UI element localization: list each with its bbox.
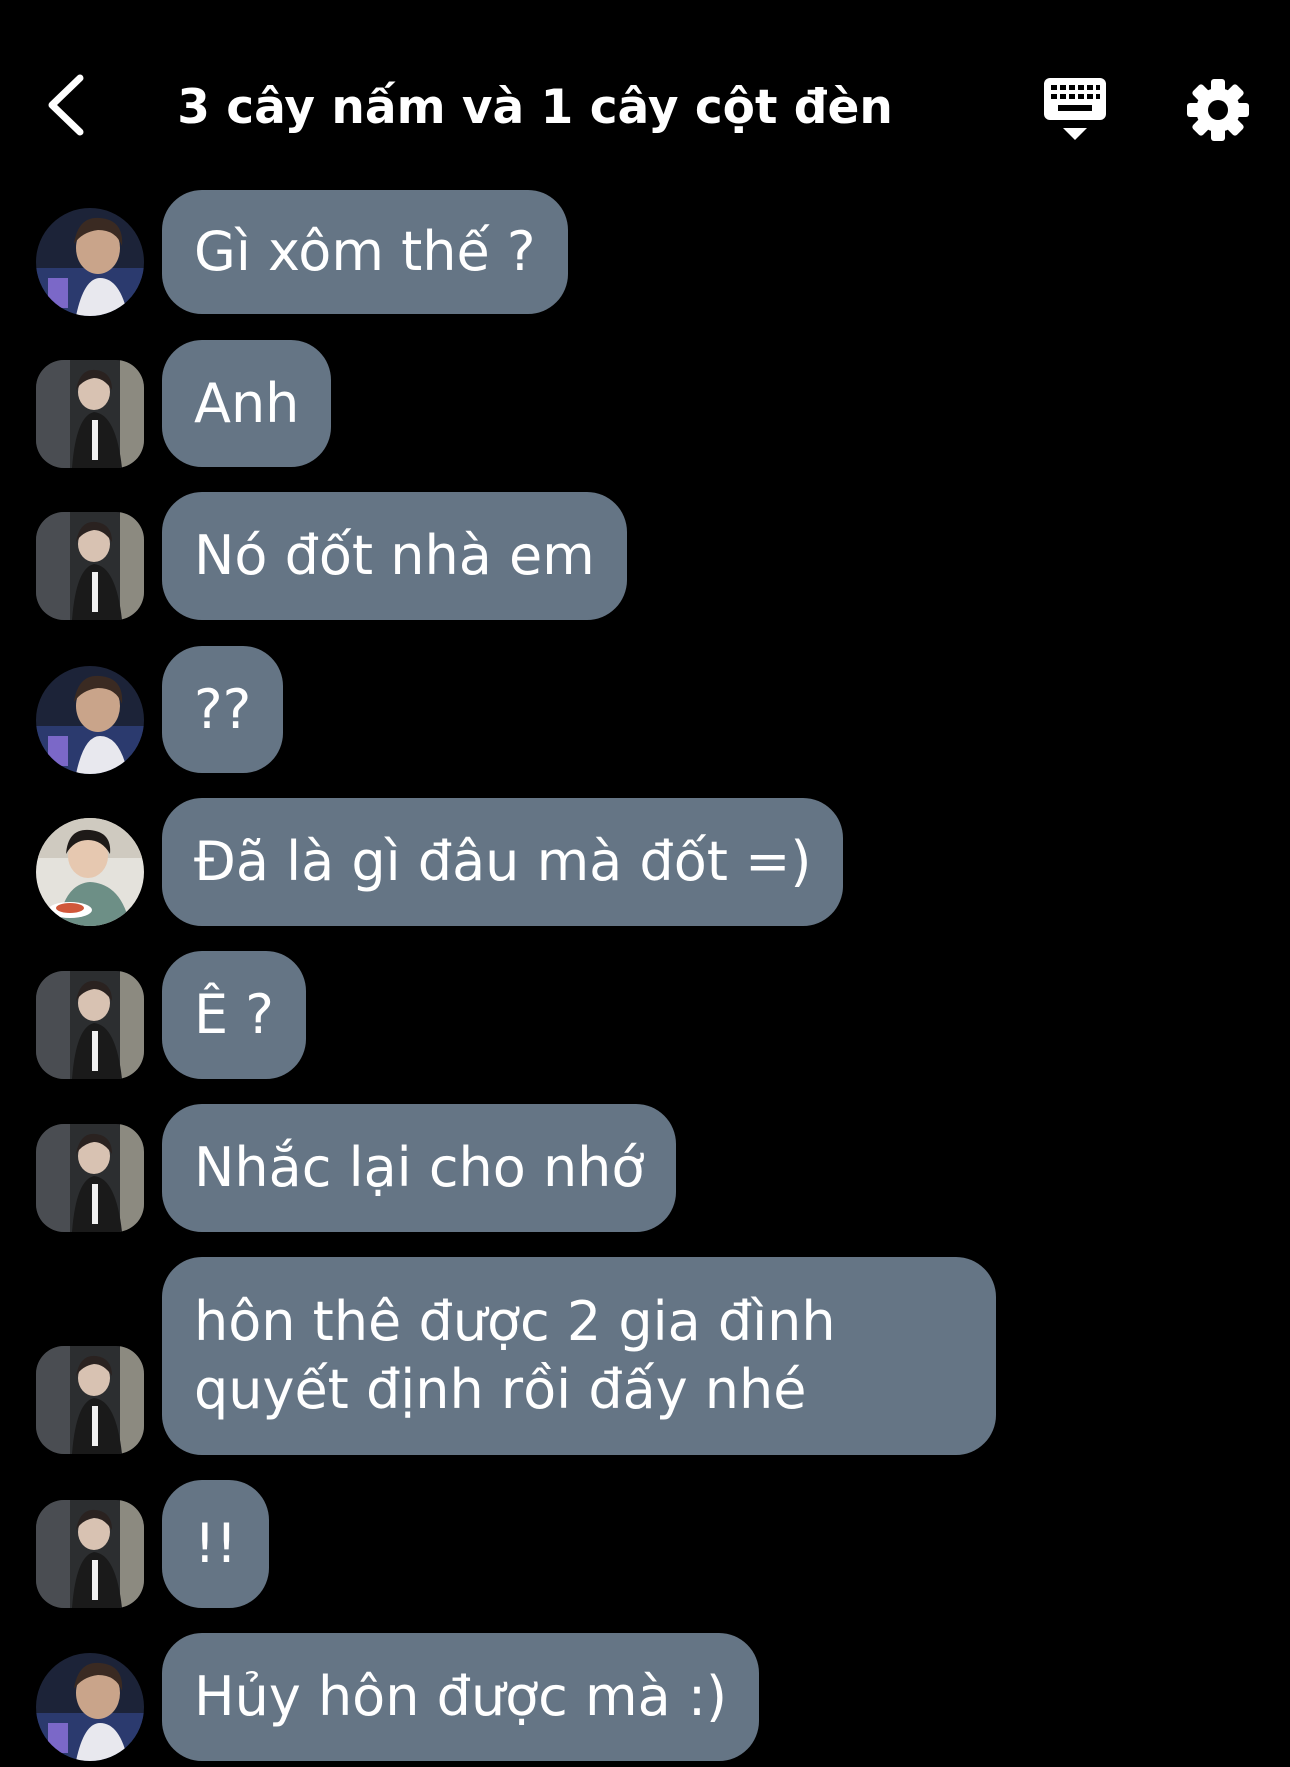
message-text: Anh xyxy=(194,371,300,435)
message-row: Nhắc lại cho nhớ xyxy=(0,1104,1290,1232)
message-bubble[interactable]: Ê ? xyxy=(162,951,306,1079)
message-row: !! xyxy=(0,1480,1290,1608)
avatar[interactable] xyxy=(36,666,144,774)
message-bubble[interactable]: !! xyxy=(162,1480,270,1608)
message-bubble[interactable]: Nhắc lại cho nhớ xyxy=(162,1104,677,1232)
message-row: Hủy hôn được mà :) xyxy=(0,1633,1290,1761)
message-row: Nó đốt nhà em xyxy=(0,492,1290,620)
avatar[interactable] xyxy=(36,512,144,620)
avatar[interactable] xyxy=(36,818,144,926)
message-bubble[interactable]: hôn thê được 2 gia đình quyết định rồi đ… xyxy=(162,1257,996,1455)
message-text: !! xyxy=(194,1512,238,1575)
message-row: Gì xôm thế ? xyxy=(0,190,1290,316)
avatar[interactable] xyxy=(36,208,144,316)
avatar[interactable] xyxy=(36,1346,144,1454)
message-bubble[interactable]: Nó đốt nhà em xyxy=(162,492,627,620)
avatar[interactable] xyxy=(36,360,144,468)
avatar[interactable] xyxy=(36,1124,144,1232)
message-bubble[interactable]: Hủy hôn được mà :) xyxy=(162,1633,760,1761)
message-bubble[interactable]: Anh xyxy=(162,340,332,467)
message-text: Gì xôm thế ? xyxy=(194,220,536,283)
message-row: Anh xyxy=(0,340,1290,468)
avatar[interactable] xyxy=(36,1500,144,1608)
avatar[interactable] xyxy=(36,1653,144,1761)
message-text: Hủy hôn được mà :) xyxy=(194,1665,728,1728)
message-text: Ê ? xyxy=(194,983,274,1046)
message-bubble[interactable]: Đã là gì đâu mà đốt =) xyxy=(162,798,844,926)
message-text: Nó đốt nhà em xyxy=(194,524,595,587)
message-text: Đã là gì đâu mà đốt =) xyxy=(194,830,812,893)
message-row: hôn thê được 2 gia đình quyết định rồi đ… xyxy=(0,1257,1290,1455)
message-text: hôn thê được 2 gia đình quyết định rồi đ… xyxy=(194,1290,836,1421)
avatar[interactable] xyxy=(36,971,144,1079)
message-text: ?? xyxy=(194,677,252,741)
message-bubble[interactable]: Gì xôm thế ? xyxy=(162,190,568,314)
message-row: Ê ? xyxy=(0,951,1290,1079)
message-row: ?? xyxy=(0,646,1290,774)
message-row: Đã là gì đâu mà đốt =) xyxy=(0,798,1290,926)
message-list[interactable]: Gì xôm thế ? Anh Nó đốt nhà em ?? Đã là … xyxy=(0,0,1290,1767)
message-text: Nhắc lại cho nhớ xyxy=(194,1136,645,1199)
message-bubble[interactable]: ?? xyxy=(162,646,284,773)
